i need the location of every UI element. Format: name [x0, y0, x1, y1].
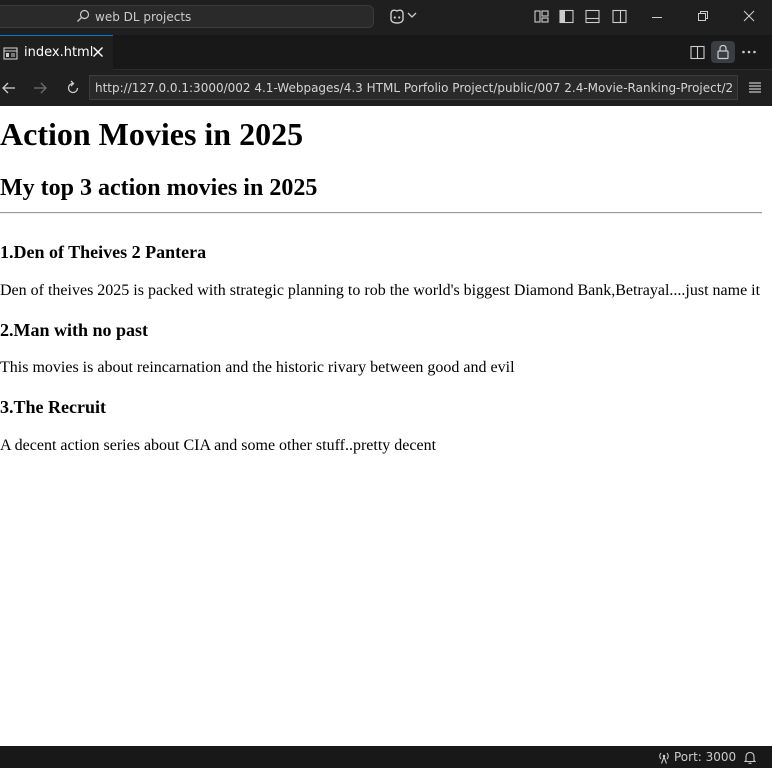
- minimize-icon[interactable]: [650, 7, 664, 27]
- movie-heading: 2.Man with no past: [0, 320, 149, 340]
- movie-heading: 1.Den of Theives 2 Pantera: [0, 242, 207, 262]
- toggle-primary-sidebar-icon[interactable]: [559, 9, 574, 24]
- lock-editor-button[interactable]: [711, 41, 735, 63]
- bell-icon[interactable]: [744, 751, 756, 764]
- more-actions-icon[interactable]: [741, 45, 757, 59]
- page-subtitle: My top 3 action movies in 2025: [0, 175, 318, 201]
- reload-icon[interactable]: [65, 80, 81, 96]
- close-icon[interactable]: [742, 7, 756, 27]
- divider: [0, 212, 762, 214]
- close-icon[interactable]: [92, 46, 104, 58]
- tab-label: index.html: [24, 45, 94, 60]
- page-title: Action Movies in 2025: [0, 116, 304, 152]
- movie-description: This movies is about reincarnation and t…: [0, 359, 515, 376]
- copilot-icon[interactable]: [388, 8, 406, 24]
- search-icon: [77, 9, 90, 22]
- restore-icon[interactable]: [696, 7, 710, 27]
- search-text: web DL projects: [95, 10, 192, 24]
- toggle-panel-icon[interactable]: [585, 9, 600, 24]
- menu-icon[interactable]: [748, 80, 762, 94]
- movie-description: A decent action series about CIA and som…: [0, 437, 437, 454]
- toggle-secondary-sidebar-icon[interactable]: [612, 9, 627, 24]
- title-bar: web DL projects: [0, 0, 772, 35]
- status-bar: Port: 3000: [0, 746, 772, 768]
- tab-index-html[interactable]: index.html: [0, 35, 113, 70]
- forward-icon[interactable]: [32, 80, 48, 96]
- movie-description: Den of theives 2025 is packed with strat…: [0, 282, 761, 299]
- chevron-down-icon[interactable]: [407, 10, 417, 20]
- url-input[interactable]: [89, 75, 738, 100]
- page-content: Action Movies in 2025 My top 3 action mo…: [0, 106, 772, 746]
- split-editor-icon[interactable]: [690, 45, 705, 60]
- customize-layout-icon[interactable]: [534, 9, 549, 24]
- command-center-search[interactable]: web DL projects: [0, 5, 374, 28]
- port-label: Port: 3000: [674, 750, 737, 764]
- editor-tab-bar: index.html: [0, 35, 772, 70]
- broadcast-icon: [659, 752, 669, 764]
- lock-icon: [717, 44, 729, 60]
- browser-nav-bar: [0, 70, 772, 106]
- preview-file-icon: [3, 47, 18, 60]
- back-icon[interactable]: [1, 80, 17, 96]
- movie-heading: 3.The Recruit: [0, 397, 106, 417]
